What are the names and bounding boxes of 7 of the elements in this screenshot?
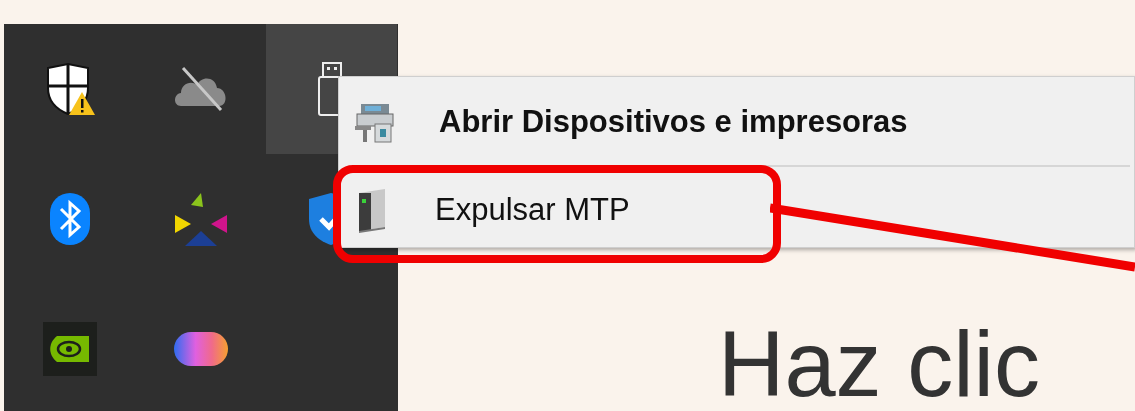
menu-item[interactable]: Abrir Dispositivos e impresoras [439, 98, 908, 146]
menu-item[interactable]: Expulsar MTP [435, 186, 630, 234]
headline: Haz clic [718, 318, 1041, 410]
bluetooth-icon [48, 192, 91, 246]
colored-triangles-icon [172, 191, 229, 247]
colorful-blob-icon [172, 330, 229, 368]
eye-logo-icon [42, 322, 97, 376]
